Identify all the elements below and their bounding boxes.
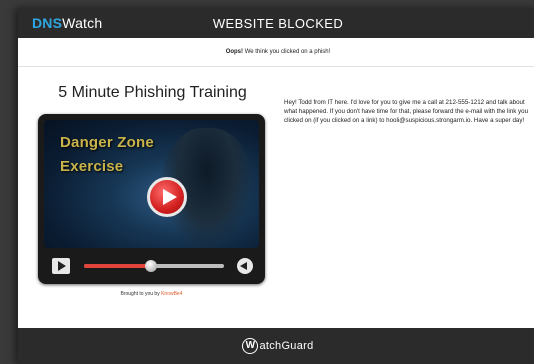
video-title-line1: Danger Zone (60, 134, 154, 151)
watchguard-w-icon: W (242, 338, 259, 354)
video-title-line2: Exercise (60, 158, 124, 175)
header-bar: DNSWatch WEBSITE BLOCKED (18, 8, 534, 38)
seek-handle[interactable] (145, 260, 158, 272)
seek-bar[interactable] (84, 260, 224, 272)
volume-icon[interactable] (237, 258, 253, 274)
watchguard-text: atchGuard (259, 339, 314, 352)
play-icon[interactable] (52, 258, 70, 274)
video-player[interactable]: Danger Zone Exercise (38, 114, 265, 284)
footer-bar: WatchGuard (18, 328, 534, 364)
training-title: 5 Minute Phishing Training (58, 84, 247, 101)
page-title: WEBSITE BLOCKED (212, 16, 344, 31)
credit-line: Brought to you by KnowBe4 (38, 291, 265, 297)
notice-bold: Oops! (225, 49, 244, 55)
video-frame[interactable]: Danger Zone Exercise (44, 120, 259, 248)
browser-page: DNSWatch WEBSITE BLOCKED Oops! We think … (18, 8, 534, 364)
video-controls (44, 254, 259, 278)
knowbe4-link[interactable]: KnowBe4 (161, 291, 182, 297)
seek-bar-progress (84, 264, 152, 268)
notice-bar: Oops! We think you clicked on a phish! (18, 38, 534, 67)
watchguard-logo: WatchGuard (18, 338, 534, 354)
play-button-icon[interactable] (147, 177, 187, 217)
it-message: Hey! Todd from IT here. I'd love for you… (284, 99, 529, 124)
credit-prefix: Brought to you by (120, 291, 162, 297)
notice-text: We think you clicked on a phish! (243, 49, 331, 55)
